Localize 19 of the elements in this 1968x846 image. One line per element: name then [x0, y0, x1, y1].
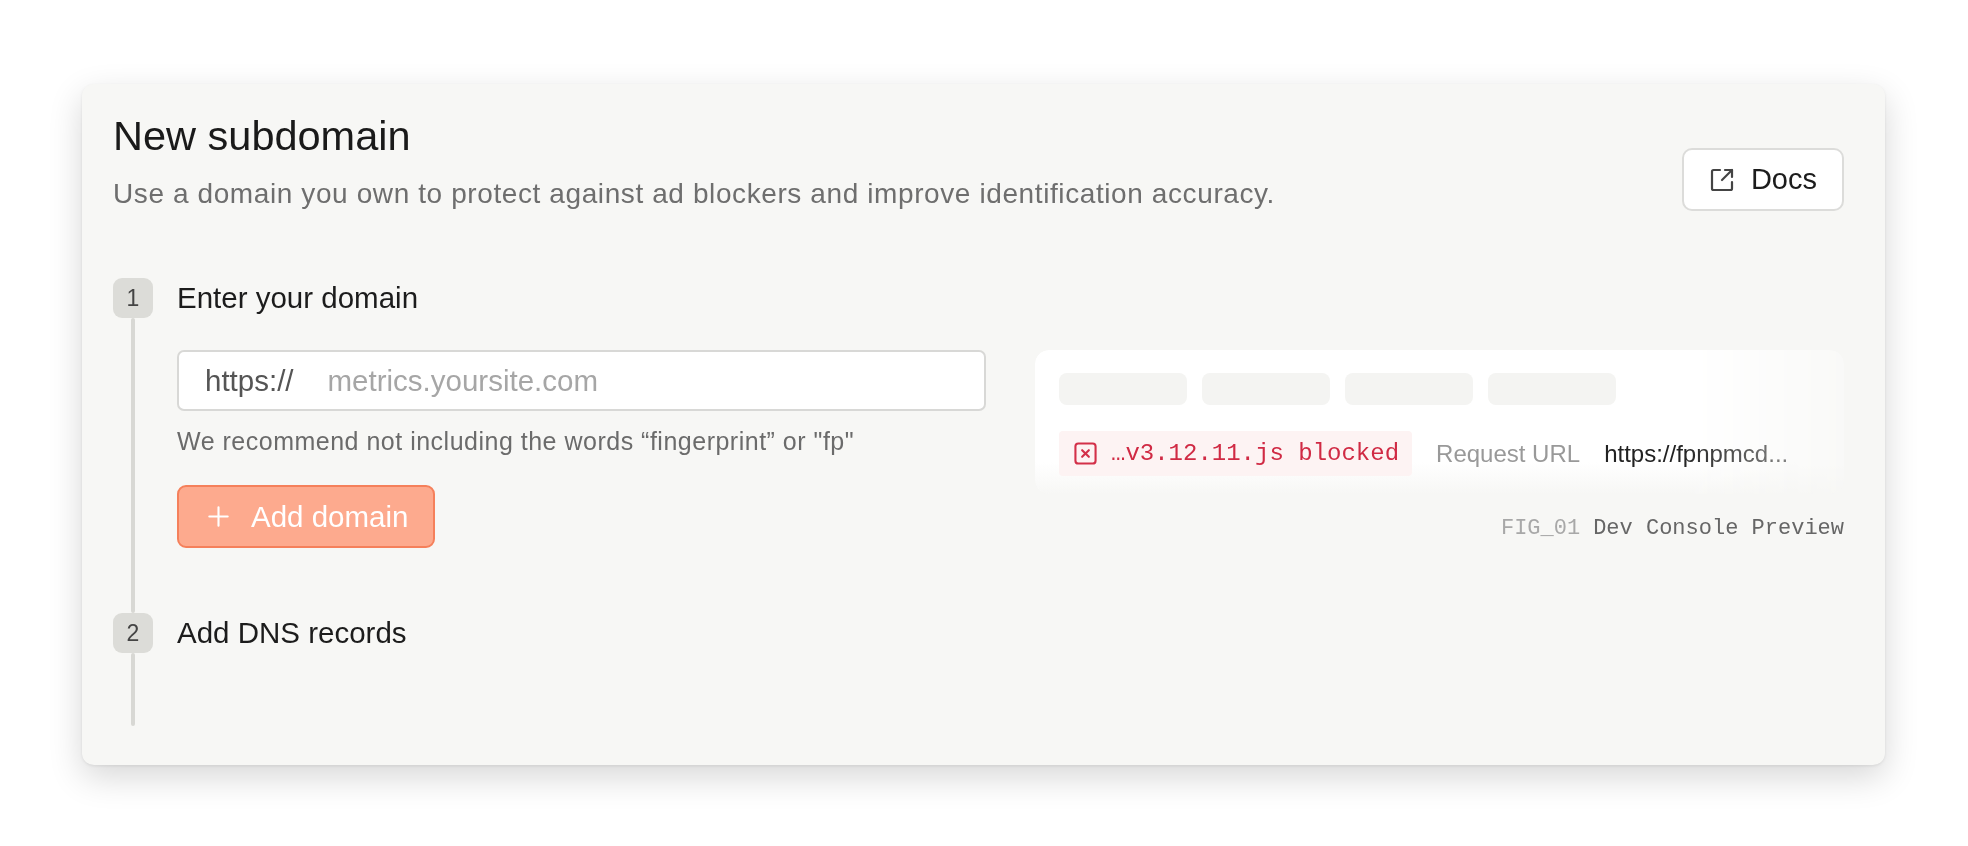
dialog-subtitle: Use a domain you own to protect against ad blockers and improve identification accuracy. — [113, 178, 1275, 210]
step-number: 2 — [113, 613, 153, 653]
domain-text-input[interactable]: metrics.yoursite.com — [327, 363, 964, 398]
external-link-icon — [1709, 167, 1734, 192]
docs-button[interactable]: Docs — [1681, 148, 1844, 211]
dialog-title: New subdomain — [113, 113, 412, 159]
field-hint: We recommend not including the words “fingerprint” or "fp" — [177, 427, 855, 455]
plus-icon — [208, 506, 229, 527]
step-title: Add DNS records — [177, 615, 408, 651]
blocked-file-text: …v3.12.11.js blocked — [1111, 440, 1400, 467]
domain-input-field[interactable]: https:// metrics.yoursite.com — [177, 350, 986, 411]
x-square-icon — [1074, 442, 1097, 465]
request-url-value: https://fpnpmcd... — [1604, 439, 1789, 468]
figure-caption: Dev Console Preview — [1593, 515, 1844, 543]
step-number: 1 — [113, 278, 153, 318]
figure-number: FIG_01 — [1500, 515, 1581, 543]
request-url-label: Request URL — [1436, 439, 1581, 468]
step-title: Enter your domain — [177, 280, 420, 316]
url-prefix: https:// — [205, 363, 294, 398]
